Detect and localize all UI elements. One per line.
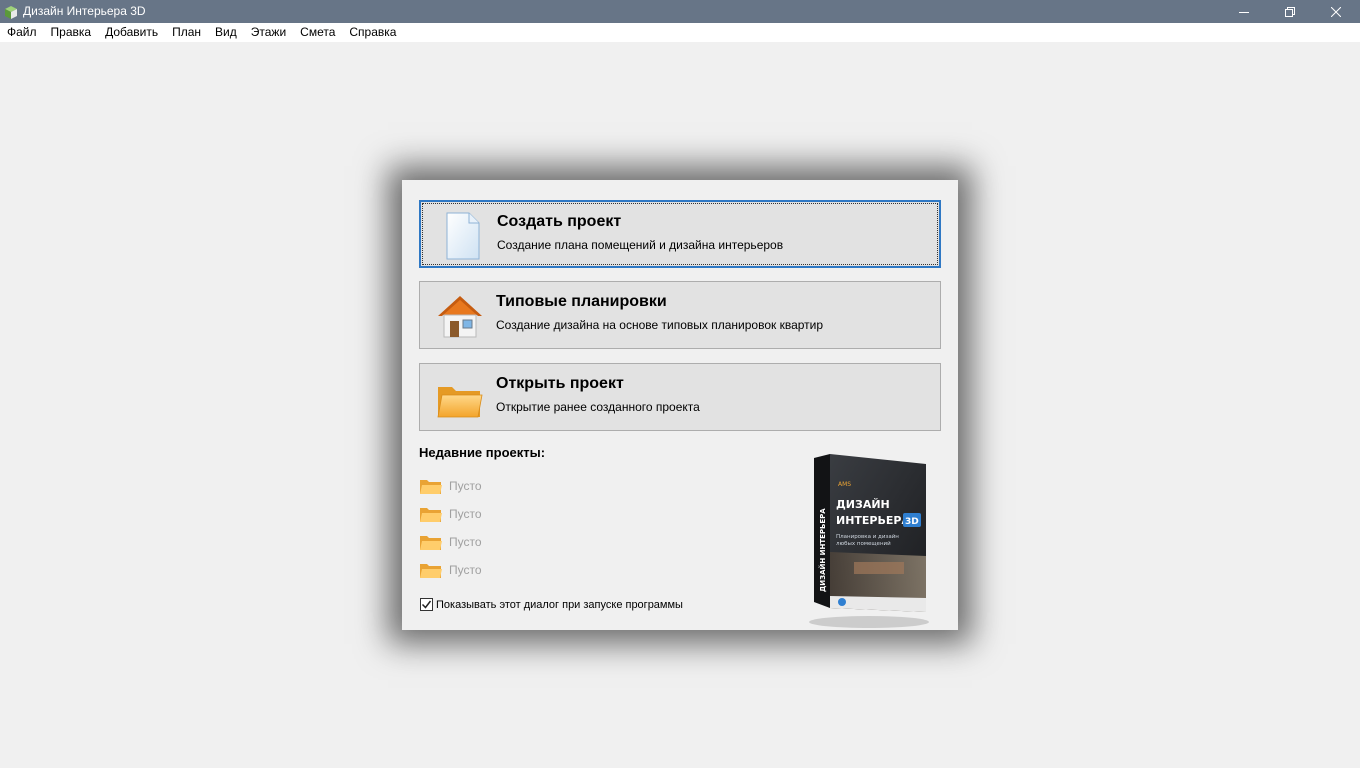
product-title-line2: ИНТЕРЬЕРА: [836, 514, 910, 527]
product-brand: AMS: [838, 481, 851, 488]
recent-item: Пусто: [419, 504, 482, 524]
checkmark-icon: [421, 600, 432, 609]
open-project-title: Открыть проект: [496, 375, 624, 392]
new-document-icon: [446, 212, 480, 260]
product-badge: 3D: [905, 517, 919, 527]
product-subtitle-1: Планировка и дизайн: [836, 533, 899, 540]
open-folder-icon: [437, 387, 483, 418]
restore-button[interactable]: [1267, 0, 1313, 23]
menu-view[interactable]: Вид: [208, 23, 244, 42]
create-project-button[interactable]: Создать проект Создание плана помещений …: [419, 200, 941, 268]
create-project-title: Создать проект: [497, 213, 622, 230]
product-box-image: AMS ДИЗАЙН ИНТЕРЬЕРА 3D Планировка и диз…: [809, 454, 929, 628]
recent-item-label: Пусто: [449, 535, 482, 549]
start-dialog: Создать проект Создание плана помещений …: [402, 180, 958, 630]
show-on-startup-option[interactable]: Показывать этот диалог при запуске прогр…: [420, 598, 683, 611]
window-title: Дизайн Интерьера 3D: [23, 4, 146, 18]
recent-item-label: Пусто: [449, 563, 482, 577]
recent-item: Пусто: [419, 532, 482, 552]
close-icon: [1331, 6, 1341, 17]
recent-item: Пусто: [419, 476, 482, 496]
typical-layouts-button[interactable]: Типовые планировки Создание дизайна на о…: [419, 281, 941, 349]
product-spine-text: ДИЗАЙН ИНТЕРЬЕРА: [818, 508, 827, 592]
menu-bar: Файл Правка Добавить План Вид Этажи Смет…: [0, 23, 1360, 42]
recent-item-label: Пусто: [449, 507, 482, 521]
folder-icon: [420, 480, 442, 494]
folder-icon: [420, 536, 442, 550]
create-project-desc: Создание плана помещений и дизайна интер…: [497, 238, 784, 252]
recent-item-label: Пусто: [449, 479, 482, 493]
menu-add[interactable]: Добавить: [98, 23, 165, 42]
menu-file[interactable]: Файл: [0, 23, 44, 42]
menu-edit[interactable]: Правка: [44, 23, 99, 42]
menu-floors[interactable]: Этажи: [244, 23, 293, 42]
folder-icon: [420, 508, 442, 522]
folder-icon: [420, 564, 442, 578]
recent-item: Пусто: [419, 560, 482, 580]
recent-projects-heading: Недавние проекты:: [419, 445, 546, 460]
title-bar: Дизайн Интерьера 3D: [0, 0, 1360, 23]
typical-layouts-title: Типовые планировки: [496, 293, 667, 310]
show-on-startup-checkbox[interactable]: [420, 598, 433, 611]
menu-plan[interactable]: План: [165, 23, 208, 42]
show-on-startup-label: Показывать этот диалог при запуске прогр…: [436, 598, 683, 611]
close-button[interactable]: [1313, 0, 1359, 23]
minimize-icon: [1239, 11, 1249, 13]
typical-layouts-desc: Создание дизайна на основе типовых плани…: [496, 318, 824, 332]
app-icon: [5, 6, 17, 19]
house-icon: [438, 296, 482, 338]
product-title-line1: ДИЗАЙН: [836, 498, 890, 511]
product-subtitle-2: любых помещений: [836, 540, 891, 547]
minimize-button[interactable]: [1221, 0, 1267, 23]
open-project-button[interactable]: Открыть проект Открытие ранее созданного…: [419, 363, 941, 431]
menu-help[interactable]: Справка: [342, 23, 403, 42]
restore-icon: [1285, 6, 1295, 17]
open-project-desc: Открытие ранее созданного проекта: [496, 400, 700, 414]
menu-estimate[interactable]: Смета: [293, 23, 342, 42]
